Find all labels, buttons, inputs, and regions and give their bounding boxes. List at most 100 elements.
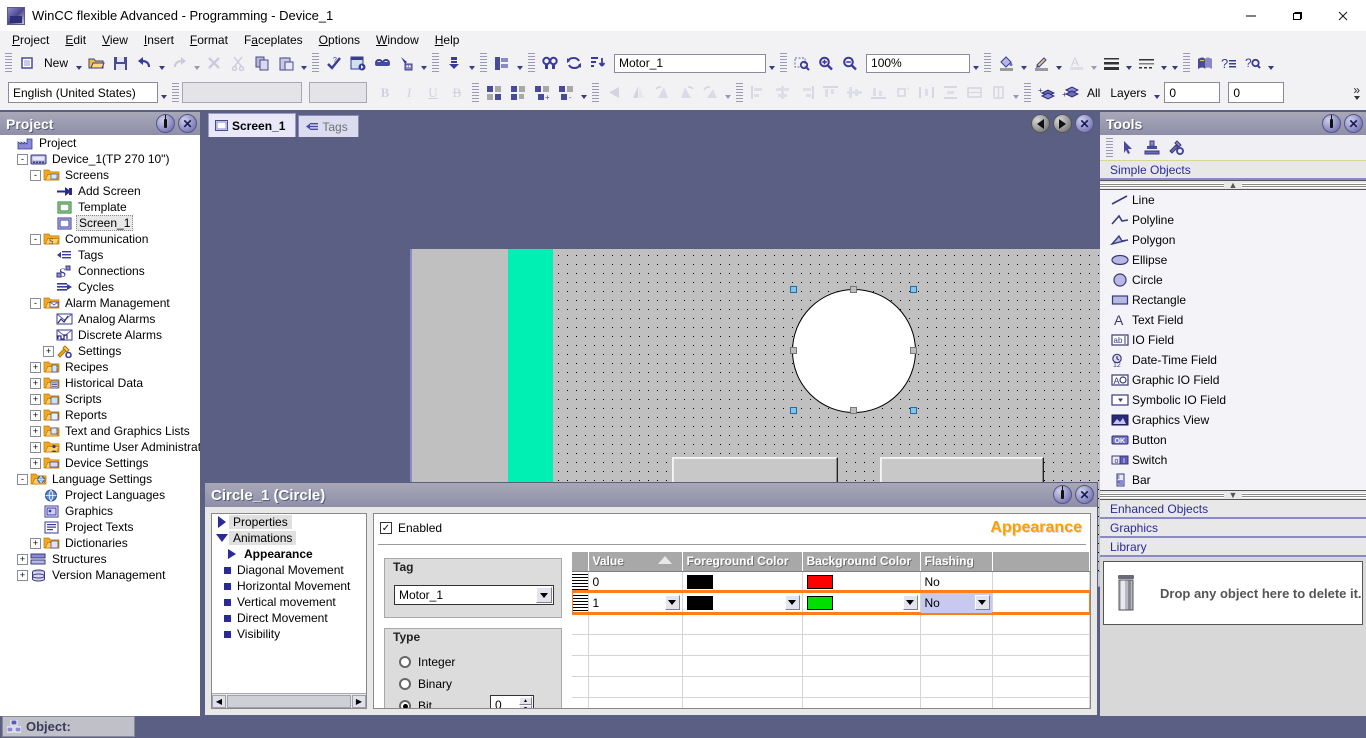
- cell-flashing[interactable]: [920, 613, 993, 635]
- new-dropdown-icon[interactable]: [73, 52, 84, 75]
- background-color-swatch[interactable]: [806, 595, 833, 610]
- ungroup-icon[interactable]: [506, 81, 530, 104]
- tool-item-date-time-field[interactable]: 12 Date-Time Field: [1100, 350, 1366, 370]
- tree-expander[interactable]: +: [30, 377, 41, 389]
- selection-handle-tr[interactable]: [910, 286, 917, 293]
- cell-dropdown-icon[interactable]: [902, 594, 918, 610]
- nav-scroll-right-icon[interactable]: ▶: [352, 694, 366, 708]
- zoom-area-icon[interactable]: [790, 52, 814, 75]
- tree-expander[interactable]: +: [30, 409, 41, 421]
- properties-nav[interactable]: Properties Animations Appearance Diagonal M…: [211, 513, 367, 709]
- row-handle[interactable]: [572, 676, 589, 698]
- tree-item-analog-alarms[interactable]: Analog Alarms: [0, 311, 200, 327]
- tree-item-connections[interactable]: S Connections: [0, 263, 200, 279]
- selection-handle-bl[interactable]: [790, 407, 797, 414]
- tree-expander[interactable]: +: [30, 361, 41, 373]
- check-consistency-icon[interactable]: ?: [322, 52, 346, 75]
- pin-icon[interactable]: [1053, 485, 1072, 504]
- toolbar-grip[interactable]: [5, 53, 12, 73]
- cell-dropdown-icon[interactable]: [974, 594, 990, 610]
- toolbar-overflow-caret-icon[interactable]: [1353, 96, 1360, 100]
- tree-expander[interactable]: +: [30, 393, 41, 405]
- new-icon[interactable]: [15, 52, 39, 75]
- tree-expander[interactable]: -: [30, 169, 41, 181]
- cell-foreground-color[interactable]: [682, 613, 803, 635]
- cell-background-color[interactable]: [802, 655, 921, 677]
- toolbar-grip-11[interactable]: [592, 82, 599, 103]
- zoom-in-icon[interactable]: [814, 52, 838, 75]
- paste-icon[interactable]: [274, 52, 298, 75]
- tool-item-button[interactable]: OK Button: [1100, 430, 1366, 450]
- tree-item-cycles[interactable]: Cycles: [0, 279, 200, 295]
- cell-flashing[interactable]: No: [920, 571, 993, 593]
- type-option-integer[interactable]: Integer: [399, 655, 455, 669]
- faceplate-dropdown-icon[interactable]: [514, 52, 525, 75]
- tool-item-ellipse[interactable]: Ellipse: [1100, 250, 1366, 270]
- cell-flashing[interactable]: [920, 655, 993, 677]
- tree-expander[interactable]: -: [30, 297, 41, 309]
- tool-item-symbolic-io-field[interactable]: Symbolic IO Field: [1100, 390, 1366, 410]
- tree-item-structures[interactable]: + Structures: [0, 551, 200, 567]
- download-dropdown-icon[interactable]: [466, 52, 477, 75]
- tree-item-recipes[interactable]: + Recipes: [0, 359, 200, 375]
- row-handle[interactable]: [572, 592, 589, 614]
- toolbar-grip-3[interactable]: [432, 53, 440, 73]
- zoom-out-icon[interactable]: [838, 52, 862, 75]
- col-value[interactable]: Value: [588, 552, 683, 572]
- tree-item-communication[interactable]: - S Communication: [0, 231, 200, 247]
- tool-item-graphics-view[interactable]: Graphics View: [1100, 410, 1366, 430]
- tool-item-polygon[interactable]: Polygon: [1100, 230, 1366, 250]
- properties-nav-vertical-movement[interactable]: Vertical movement: [212, 594, 366, 610]
- tree-item-settings[interactable]: + Settings: [0, 343, 200, 359]
- tree-expander[interactable]: -: [17, 473, 28, 485]
- tree-item-historical-data[interactable]: + Historical Data: [0, 375, 200, 391]
- cell-value[interactable]: [588, 634, 683, 656]
- properties-nav-hscroll[interactable]: ◀ ▶: [212, 693, 366, 708]
- menu-format[interactable]: Format: [182, 32, 236, 48]
- runtime-icon[interactable]: [394, 52, 418, 75]
- help-index-icon[interactable]: ?: [1217, 52, 1241, 75]
- cell-background-color[interactable]: [802, 634, 921, 656]
- pin-icon[interactable]: [156, 114, 175, 133]
- undo-dropdown-icon[interactable]: [156, 52, 167, 75]
- foreground-color-swatch[interactable]: [686, 574, 713, 589]
- tree-expander[interactable]: +: [30, 457, 41, 469]
- tool-item-graphic-io-field[interactable]: A Graphic IO Field: [1100, 370, 1366, 390]
- toolbar-grip-7[interactable]: [984, 53, 992, 73]
- cell-foreground-color[interactable]: [682, 592, 803, 614]
- tree-item-project-languages[interactable]: Project Languages: [0, 487, 200, 503]
- sort-icon[interactable]: [586, 52, 610, 75]
- cell-dropdown-icon[interactable]: [664, 594, 680, 610]
- paste-dropdown-icon[interactable]: [298, 52, 309, 75]
- help-book-icon[interactable]: [1193, 52, 1217, 75]
- tree-expander[interactable]: +: [17, 569, 28, 581]
- cell-value[interactable]: [588, 613, 683, 635]
- fill-color-dropdown-icon[interactable]: [1018, 52, 1029, 75]
- tools-group-graphics[interactable]: Graphics: [1100, 519, 1366, 538]
- table-row-empty[interactable]: [572, 697, 1090, 708]
- properties-nav-direct-movement[interactable]: Direct Movement: [212, 610, 366, 626]
- cell-background-color[interactable]: [802, 592, 921, 614]
- layer-field-1[interactable]: 0: [1164, 82, 1221, 103]
- table-row-empty[interactable]: [572, 613, 1090, 635]
- row-handle[interactable]: [572, 655, 589, 677]
- row-handle[interactable]: [572, 634, 589, 656]
- cell-dropdown-icon[interactable]: [784, 594, 800, 610]
- tree-item-version-management[interactable]: + Version Management: [0, 567, 200, 583]
- menu-options[interactable]: Options: [311, 32, 368, 48]
- properties-nav-visibility[interactable]: Visibility: [212, 626, 366, 642]
- tree-item-device-1-tp-270-10[interactable]: - Device_1(TP 270 10"): [0, 151, 200, 167]
- layers-dropdown-icon[interactable]: [1151, 81, 1162, 104]
- table-row-empty[interactable]: [572, 655, 1090, 677]
- project-tree[interactable]: Project - Device_1(TP 270 10") - Screens Add …: [0, 135, 200, 716]
- copy-icon[interactable]: [250, 52, 274, 75]
- all-layers-label[interactable]: All: [1082, 86, 1105, 100]
- circle-object[interactable]: [792, 289, 916, 413]
- table-row[interactable]: 0 No: [572, 571, 1090, 593]
- toolbar-grip-2[interactable]: [312, 53, 320, 73]
- group-dropdown-icon[interactable]: [578, 81, 589, 104]
- properties-nav-diagonal-movement[interactable]: Diagonal Movement: [212, 562, 366, 578]
- group-remove-icon[interactable]: -: [554, 81, 578, 104]
- selection-handle-br[interactable]: [910, 407, 917, 414]
- language-field[interactable]: English (United States): [8, 82, 158, 103]
